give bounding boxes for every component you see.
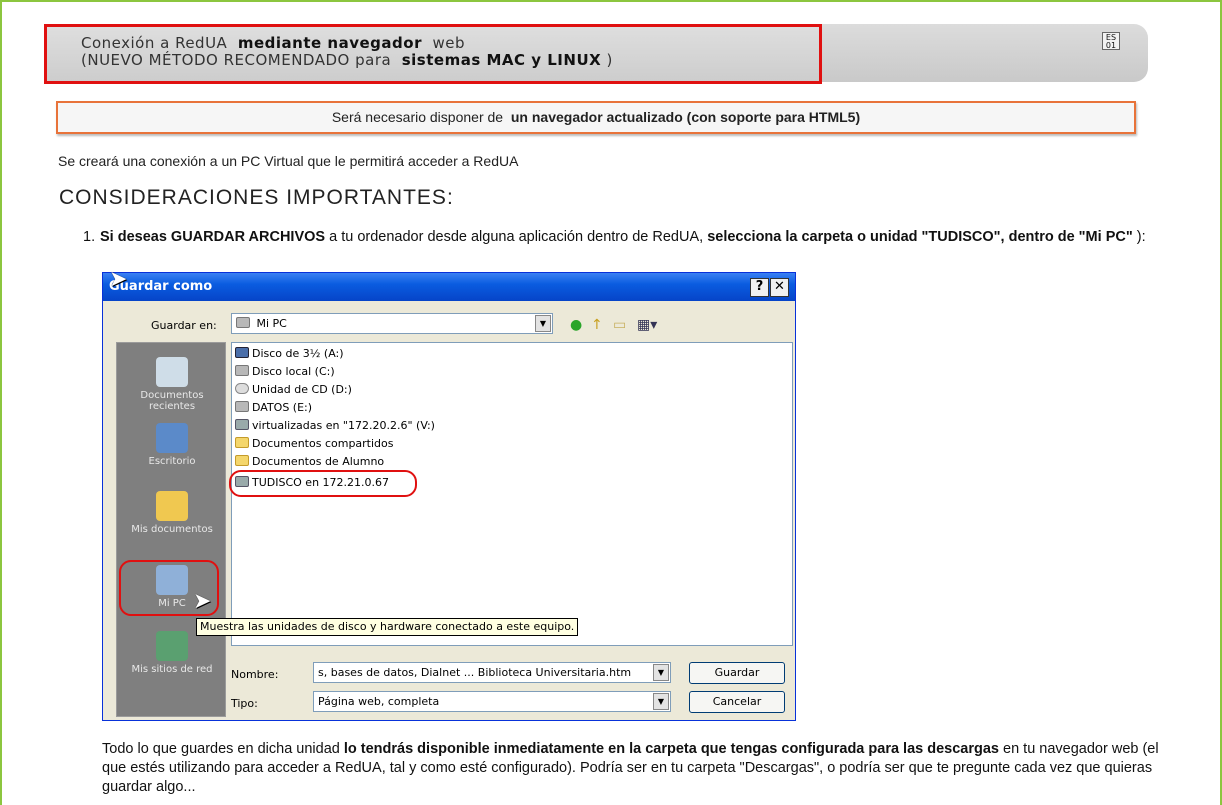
file-name: Disco local (C:) [252, 365, 335, 378]
places-bar: Documentos recientes Escritorio Mis docu… [116, 342, 226, 717]
file-name: Unidad de CD (D:) [252, 383, 352, 396]
list-item[interactable]: Unidad de CD (D:) [235, 382, 352, 398]
list-item[interactable]: DATOS (E:) [235, 400, 312, 416]
chevron-down-icon[interactable]: ▼ [535, 315, 551, 332]
item-bold: selecciona la carpeta o unidad "TUDISCO"… [707, 229, 1133, 245]
language-flag-icon[interactable]: ES 01 [1102, 32, 1120, 50]
title-bold: mediante navegador [237, 34, 422, 52]
title-part: (NUEVO MÉTODO RECOMENDADO para [81, 51, 392, 69]
item-bold: Si deseas GUARDAR ARCHIVOS [100, 229, 326, 245]
place-network[interactable]: Mis sitios de red [117, 631, 227, 675]
file-name: Documentos de Alumno [252, 455, 385, 468]
help-button[interactable]: ? [750, 278, 769, 297]
network-places-icon [156, 631, 188, 661]
paragraph-text: Todo lo que guardes en dicha unidad [102, 741, 340, 757]
views-menu-icon[interactable]: ▦▾ [637, 317, 657, 333]
place-label: Escritorio [148, 456, 196, 467]
section-heading: CONSIDERACIONES IMPORTANTES: [59, 186, 454, 209]
cd-icon [235, 383, 249, 394]
item-text: ): [1136, 229, 1146, 245]
desktop-icon [156, 423, 188, 453]
list-item[interactable]: virtualizadas en "172.20.2.6" (V:) [235, 418, 435, 434]
new-folder-icon[interactable]: ▭ [613, 317, 626, 333]
file-name: Disco de 3½ (A:) [252, 347, 344, 360]
file-name-value: s, bases de datos, Dialnet ... Bibliotec… [318, 666, 632, 679]
list-item[interactable]: Documentos de Alumno [235, 454, 384, 470]
save-button[interactable]: Guardar [689, 662, 785, 684]
list-number: 1. [83, 229, 96, 245]
place-desktop[interactable]: Escritorio [117, 423, 227, 467]
page-title: Conexión a RedUA mediante navegador web … [44, 24, 822, 84]
save-in-value: Mi PC [256, 317, 287, 330]
place-label: Mis documentos [131, 524, 213, 535]
file-name: virtualizadas en "172.20.2.6" (V:) [252, 419, 435, 432]
name-label: Nombre: [231, 668, 279, 681]
title-part: Conexión a RedUA [81, 34, 228, 52]
list-item[interactable]: Documentos compartidos [235, 436, 394, 452]
title-bold: sistemas MAC y LINUX [401, 51, 602, 69]
floppy-icon [235, 347, 249, 358]
title-line-1: Conexión a RedUA mediante navegador web [81, 35, 819, 52]
place-my-documents[interactable]: Mis documentos [117, 491, 227, 535]
save-in-select[interactable]: Mi PC ▼ [231, 313, 553, 334]
up-folder-icon[interactable]: ↑ [591, 317, 603, 333]
file-name-input[interactable]: s, bases de datos, Dialnet ... Bibliotec… [313, 662, 671, 683]
paragraph-bold: lo tendrás disponible inmediatamente en … [343, 741, 999, 757]
chevron-down-icon[interactable]: ▼ [653, 693, 669, 710]
place-label: Documentos recientes [140, 390, 204, 412]
save-in-label: Guardar en: [151, 319, 217, 332]
notice-bold: un navegador actualizado (con soporte pa… [510, 109, 861, 125]
file-type-select[interactable]: Página web, completa ▼ [313, 691, 671, 712]
dialog-titlebar[interactable]: Guardar como ? ✕ [103, 273, 795, 301]
item-text: a tu ordenador desde alguna aplicación d… [329, 229, 704, 245]
list-item[interactable]: Disco de 3½ (A:) [235, 346, 344, 362]
title-part: ) [606, 51, 613, 69]
close-button[interactable]: ✕ [770, 278, 789, 297]
disk-icon [235, 365, 249, 376]
intro-text: Se creará una conexión a un PC Virtual q… [58, 153, 519, 169]
place-label: Mis sitios de red [131, 664, 213, 675]
mouse-cursor-icon: ➤ [193, 589, 212, 614]
save-as-dialog: Guardar como ? ✕ Guardar en: Mi PC ▼ ● ↑… [102, 267, 796, 721]
list-item[interactable]: Disco local (C:) [235, 364, 335, 380]
title-line-2: (NUEVO MÉTODO RECOMENDADO para sistemas … [81, 52, 819, 69]
highlight-oval [229, 470, 417, 497]
file-name: DATOS (E:) [252, 401, 313, 414]
disk-icon [235, 401, 249, 412]
bottom-paragraph: Todo lo que guardes en dicha unidad lo t… [102, 740, 1162, 797]
file-type-value: Página web, completa [318, 695, 440, 708]
list-item: 1. Si deseas GUARDAR ARCHIVOS a tu orden… [83, 229, 1163, 245]
tooltip: Muestra las unidades de disco y hardware… [196, 618, 579, 636]
network-drive-icon [235, 419, 249, 430]
recent-documents-icon [156, 357, 188, 387]
my-computer-icon [236, 317, 250, 328]
cancel-button[interactable]: Cancelar [689, 691, 785, 713]
type-label: Tipo: [231, 697, 258, 710]
back-icon[interactable]: ● [570, 317, 582, 333]
notice-box: Será necesario disponer de un navegador … [56, 101, 1136, 134]
title-part: web [432, 34, 466, 52]
folder-icon [235, 437, 249, 448]
mouse-cursor-icon: ➤ [109, 267, 128, 292]
file-name: Documentos compartidos [252, 437, 394, 450]
folder-icon [235, 455, 249, 466]
my-documents-icon [156, 491, 188, 521]
place-recent-documents[interactable]: Documentos recientes [117, 357, 227, 412]
chevron-down-icon[interactable]: ▼ [653, 664, 669, 681]
notice-text: Será necesario disponer de [331, 109, 504, 125]
